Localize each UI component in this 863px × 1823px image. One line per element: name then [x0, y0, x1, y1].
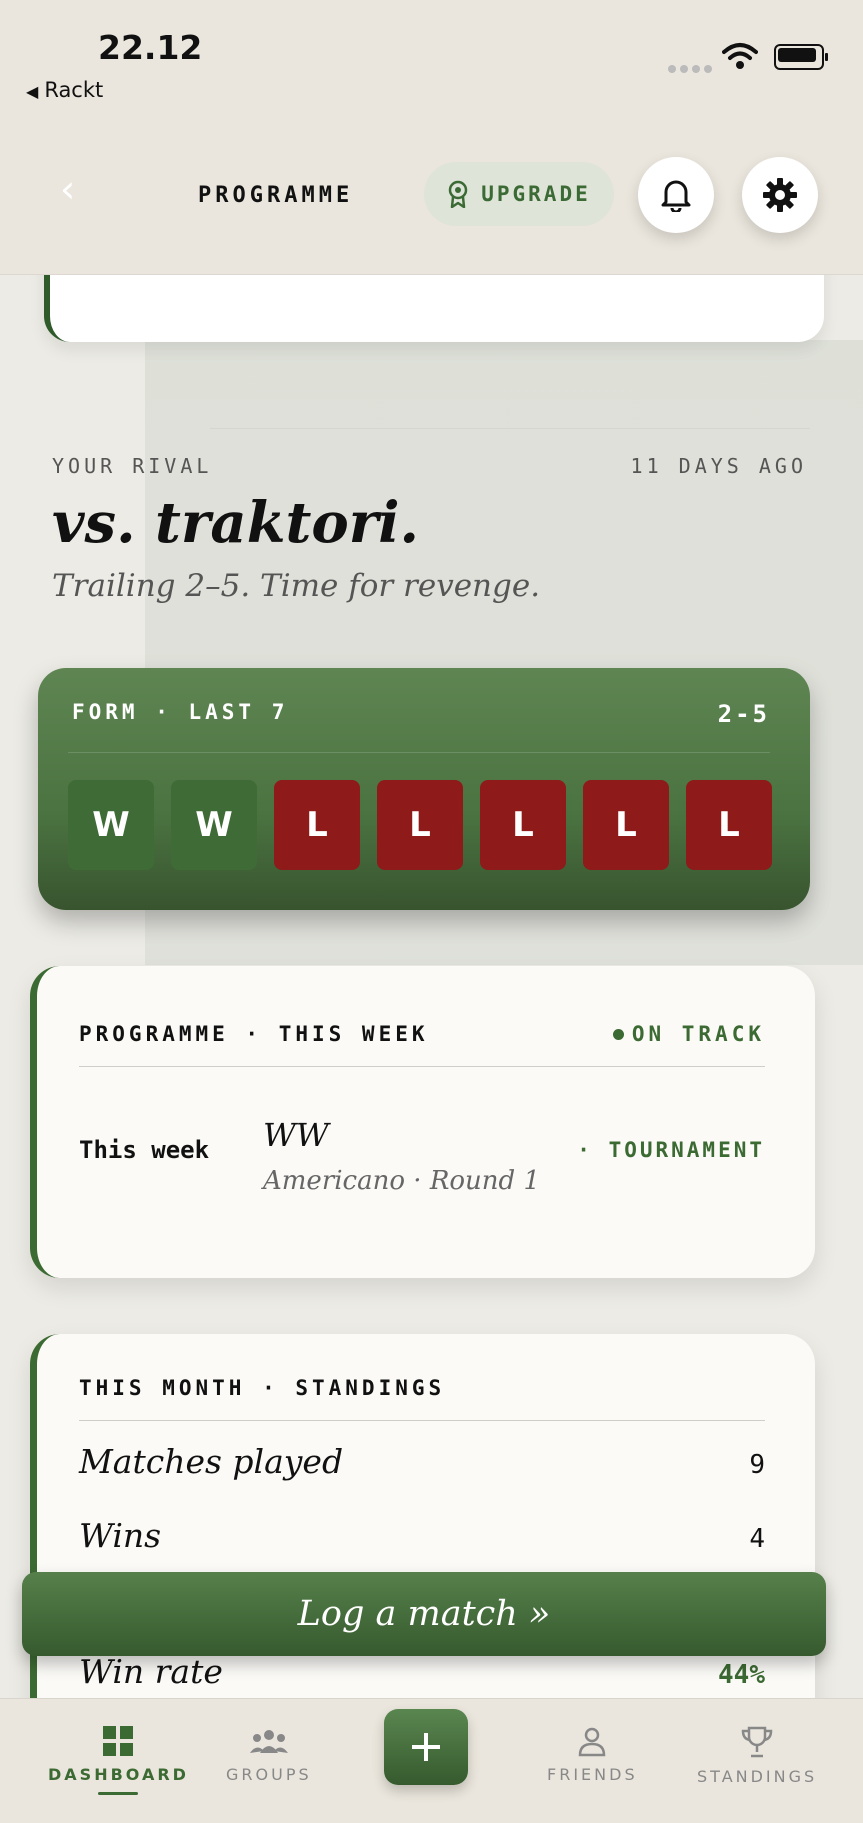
rival-subtitle: Trailing 2–5. Time for revenge.	[52, 568, 541, 604]
add-match-button[interactable]	[384, 1709, 468, 1785]
tournament-tag[interactable]: · TOURNAMENT	[577, 1138, 765, 1162]
award-icon	[448, 180, 468, 208]
divider	[68, 752, 770, 753]
stat-value: 44%	[718, 1660, 765, 1690]
page-title: PROGRAMME	[198, 183, 354, 208]
programme-kicker: PROGRAMME · THIS WEEK	[79, 1022, 429, 1046]
status-label: ON TRACK	[631, 1022, 765, 1046]
tab-label: GROUPS	[226, 1765, 312, 1784]
form-result-pill: W	[171, 780, 257, 870]
tab-dashboard[interactable]: DASHBOARD	[48, 1725, 189, 1795]
gear-icon	[763, 178, 797, 212]
rival-kicker: YOUR RIVAL	[52, 454, 213, 478]
form-result-pill: L	[686, 780, 772, 870]
tab-groups[interactable]: GROUPS	[226, 1725, 312, 1784]
tab-standings[interactable]: STANDINGS	[697, 1725, 817, 1786]
tab-label: STANDINGS	[697, 1767, 818, 1786]
tab-friends[interactable]: FRIENDS	[547, 1725, 638, 1784]
upgrade-label: UPGRADE	[481, 182, 591, 206]
log-match-label: Log a match »	[297, 1594, 551, 1634]
tab-label: DASHBOARD	[48, 1765, 189, 1784]
status-badge: ON TRACK	[612, 1022, 765, 1046]
trophy-icon	[741, 1726, 773, 1758]
standings-card[interactable]: THIS MONTH · STANDINGS Matches played 9 …	[30, 1334, 815, 1754]
status-time: 22.12	[98, 28, 203, 67]
grid-icon	[103, 1726, 134, 1756]
divider	[79, 1066, 765, 1067]
standings-kicker: THIS MONTH · STANDINGS	[79, 1376, 446, 1400]
wifi-icon	[722, 43, 758, 69]
bell-icon	[661, 180, 691, 212]
stat-row: Win rate 44%	[79, 1652, 765, 1691]
tab-label: FRIENDS	[547, 1765, 638, 1784]
form-score: 2-5	[717, 700, 770, 728]
stat-label: Wins	[79, 1516, 162, 1555]
programme-card[interactable]: PROGRAMME · THIS WEEK ON TRACK This week…	[30, 966, 815, 1278]
upgrade-button[interactable]: UPGRADE	[424, 162, 614, 226]
form-result-pill: L	[274, 780, 360, 870]
group-icon	[249, 1730, 288, 1753]
stat-value: 4	[749, 1524, 765, 1554]
form-result-pill: L	[480, 780, 566, 870]
stat-row: Wins 4	[79, 1516, 765, 1555]
active-tab-indicator	[98, 1792, 139, 1795]
rival-last-played: 11 DAYS AGO	[630, 454, 807, 478]
notifications-button[interactable]	[638, 157, 714, 233]
back-app-label: Rackt	[44, 78, 104, 102]
week-detail: Americano · Round 1	[263, 1166, 540, 1196]
form-results: W W L L L L L	[68, 780, 772, 870]
tab-bar: DASHBOARD GROUPS FRIENDS STANDINGS	[0, 1698, 863, 1823]
divider	[210, 428, 810, 429]
person-icon	[579, 1727, 606, 1757]
plus-icon	[412, 1733, 440, 1761]
back-triangle-icon: ◀	[26, 82, 39, 101]
log-match-button[interactable]: Log a match »	[22, 1572, 826, 1656]
divider	[79, 1420, 765, 1421]
stat-row: Matches played 9	[79, 1442, 765, 1481]
form-result-pill: W	[68, 780, 154, 870]
form-result-pill: L	[377, 780, 463, 870]
stat-value: 9	[749, 1450, 765, 1480]
signal-icon	[668, 58, 716, 77]
stat-label: Matches played	[79, 1442, 344, 1481]
week-result: WW	[263, 1116, 329, 1154]
back-button[interactable]: ‹	[60, 170, 75, 208]
form-card[interactable]: FORM · LAST 7 2-5 W W L L L L L	[38, 668, 810, 910]
form-result-pill: L	[583, 780, 669, 870]
header: 22.12 ◀ Rackt ‹ PROGRAMME UPGRADE	[0, 0, 863, 275]
status-dot-icon	[612, 1028, 624, 1040]
stat-label: Win rate	[79, 1652, 223, 1691]
week-label: This week	[79, 1136, 210, 1164]
form-label: FORM · LAST 7	[72, 700, 289, 724]
back-to-app[interactable]: ◀ Rackt	[26, 78, 103, 102]
battery-icon	[774, 44, 828, 70]
rival-title: vs. traktori.	[52, 490, 420, 556]
settings-button[interactable]	[742, 157, 818, 233]
